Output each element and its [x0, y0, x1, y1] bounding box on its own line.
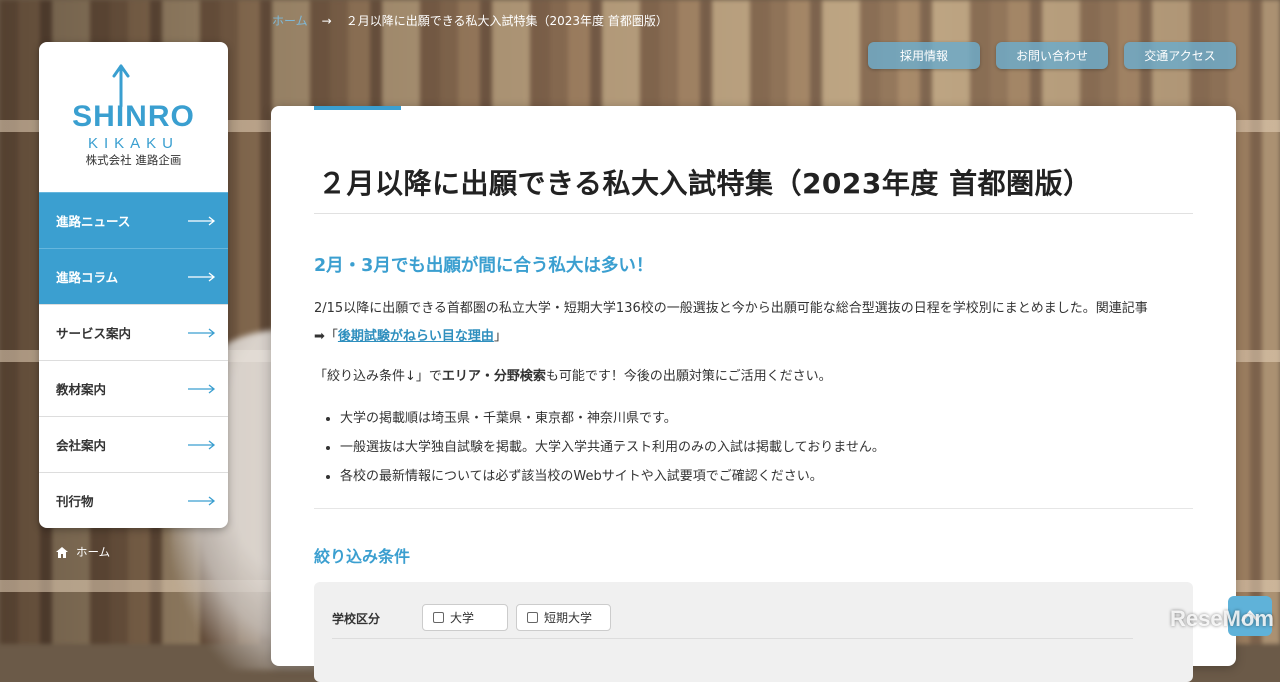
sidebar: SHINRO KIKAKU 株式会社 進路企画 進路ニュース 進路コラム サービ…: [39, 42, 228, 528]
sidebar-item-company[interactable]: 会社案内: [39, 416, 228, 472]
logo-main-text: SHINRO: [72, 100, 195, 133]
list-item: 各校の最新情報については必ず該当校のWebサイトや入試要項でご確認ください。: [340, 464, 885, 493]
checkbox-icon: [527, 612, 538, 623]
school-type-label: 学校区分: [332, 612, 381, 626]
arrow-right-icon: [188, 495, 216, 506]
sidebar-home-label: ホーム: [76, 545, 111, 559]
breadcrumb: ホーム → ２月以降に出願できる私大入試特集（2023年度 首都圏版）: [272, 12, 668, 29]
sidebar-item-services[interactable]: サービス案内: [39, 304, 228, 360]
logo[interactable]: SHINRO KIKAKU 株式会社 進路企画: [39, 42, 228, 192]
watermark-logo: ReseMom: [1170, 606, 1274, 631]
title-divider: [314, 213, 1193, 214]
list-item: 大学の掲載順は埼玉県・千葉県・東京都・神奈川県です。: [340, 406, 885, 435]
checkbox-label: 大学: [450, 611, 475, 625]
checkbox-icon: [433, 612, 444, 623]
logo-sub-text: KIKAKU: [87, 135, 180, 152]
top-buttons: 採用情報 お問い合わせ 交通アクセス: [868, 42, 1236, 69]
sidebar-item-label: 教材案内: [56, 382, 107, 397]
main-content: ２月以降に出願できる私大入試特集（2023年度 首都圏版） 2月・3月でも出願が…: [271, 106, 1236, 682]
breadcrumb-current: ２月以降に出願できる私大入試特集（2023年度 首都圏版）: [345, 14, 668, 28]
sidebar-item-label: 進路ニュース: [56, 214, 131, 229]
contact-button[interactable]: お問い合わせ: [996, 42, 1108, 69]
arrow-right-icon: [188, 439, 216, 450]
arrow-right-icon: [188, 327, 216, 338]
breadcrumb-home-link[interactable]: ホーム: [272, 12, 308, 29]
university-checkbox[interactable]: 大学: [422, 604, 508, 631]
breadcrumb-separator: →: [321, 13, 332, 28]
access-button[interactable]: 交通アクセス: [1124, 42, 1236, 69]
recruit-button[interactable]: 採用情報: [868, 42, 980, 69]
filter-heading: 絞り込み条件: [314, 547, 411, 566]
junior-college-checkbox[interactable]: 短期大学: [516, 604, 611, 631]
search-hint-bold: エリア・分野検索: [441, 369, 546, 384]
search-hint-post: も可能です！今後の出願対策にご活用ください。: [545, 369, 832, 384]
arrow-right-icon: [188, 383, 216, 394]
notes-list: 大学の掲載順は埼玉県・千葉県・東京都・神奈川県です。 一般選抜は大学独自試験を掲…: [314, 406, 885, 493]
intro-text: 2/15以降に出願できる首都圏の私立大学・短期大学136校の一般選抜と今から出願…: [314, 301, 1148, 316]
sidebar-item-label: 会社案内: [56, 438, 107, 453]
sidebar-item-column[interactable]: 進路コラム: [39, 248, 228, 304]
arrow-right-icon: [188, 215, 216, 226]
sidebar-home-link[interactable]: ホーム: [56, 544, 110, 560]
list-item: 一般選抜は大学独自試験を掲載。大学入学共通テスト利用のみの入試は掲載しておりませ…: [340, 435, 885, 464]
sidebar-item-label: 刊行物: [56, 494, 94, 509]
filter-panel: 学校区分 大学 短期大学: [314, 582, 1193, 682]
sidebar-item-label: サービス案内: [56, 326, 132, 341]
sidebar-item-materials[interactable]: 教材案内: [39, 360, 228, 416]
filter-row-divider: [332, 638, 1133, 639]
intro-close-bracket: 」: [493, 329, 507, 344]
intro-arrow: ➡「: [314, 329, 338, 344]
title-accent-bar: [314, 106, 401, 110]
section-divider: [314, 508, 1193, 509]
sidebar-item-news[interactable]: 進路ニュース: [39, 192, 228, 248]
arrow-right-icon: [188, 271, 216, 282]
company-name: 株式会社 進路企画: [85, 153, 182, 167]
intro-paragraph: 2/15以降に出願できる首都圏の私立大学・短期大学136校の一般選抜と今から出願…: [314, 295, 1194, 351]
sidebar-item-label: 進路コラム: [56, 270, 119, 285]
checkbox-label: 短期大学: [544, 611, 593, 625]
section-heading: 2月・3月でも出願が間に合う私大は多い！: [314, 256, 654, 276]
page-title: ２月以降に出願できる私大入試特集（2023年度 首都圏版）: [318, 167, 1092, 200]
search-hint-paragraph: 「絞り込み条件↓」でエリア・分野検索も可能です！今後の出願対策にご活用ください。: [314, 365, 832, 384]
sidebar-item-publications[interactable]: 刊行物: [39, 472, 228, 528]
home-icon: [56, 546, 68, 558]
search-hint-pre: 「絞り込み条件↓」で: [314, 369, 442, 384]
related-article-link[interactable]: 後期試験がねらい目な理由: [338, 329, 494, 344]
